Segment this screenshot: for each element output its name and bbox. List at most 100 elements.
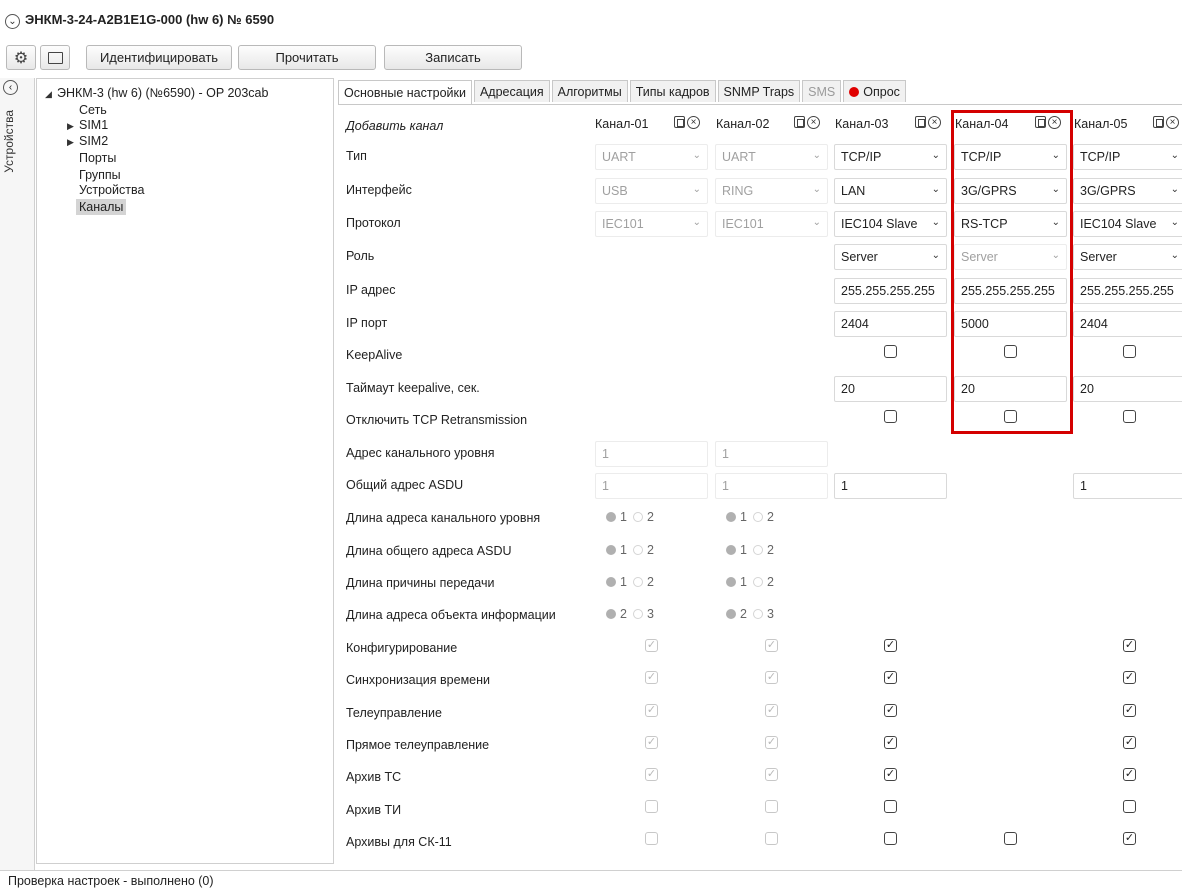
- ch03-protocol-select[interactable]: IEC104 Slave ⌄: [834, 211, 947, 237]
- ch01-asdu-input[interactable]: 1: [595, 473, 708, 499]
- add-channel-link[interactable]: Добавить канал: [346, 119, 443, 133]
- close-icon[interactable]: ×: [928, 116, 941, 129]
- ch02-timesync-checkbox[interactable]: ✓: [765, 671, 778, 684]
- ch01-ioa-len-radio[interactable]: 23: [600, 607, 654, 621]
- tree-root[interactable]: ◢ ЭНКМ-3 (hw 6) (№6590) - OP 203cab: [45, 86, 268, 100]
- read-button[interactable]: Прочитать: [238, 45, 376, 70]
- collapsed-arrow-icon[interactable]: ▶: [67, 121, 79, 132]
- ch03-interface-select[interactable]: LAN ⌄: [834, 178, 947, 204]
- ch01-interface-select[interactable]: USB ⌄: [595, 178, 708, 204]
- ch02-asdu-len-radio[interactable]: 12: [720, 543, 774, 557]
- ch05-interface-select[interactable]: 3G/GPRS ⌄: [1073, 178, 1182, 204]
- tab-frame-types[interactable]: Типы кадров: [629, 80, 716, 102]
- ch01-cause-len-radio[interactable]: 12: [600, 575, 654, 589]
- ch02-ioa-len-radio[interactable]: 23: [720, 607, 774, 621]
- ch05-timesync-checkbox[interactable]: ✓: [1123, 671, 1136, 684]
- tree-item-network[interactable]: Сеть: [79, 103, 107, 117]
- ch01-config-checkbox[interactable]: ✓: [645, 639, 658, 652]
- ch01-ts-archive-checkbox[interactable]: ✓: [645, 768, 658, 781]
- ch05-asdu-input[interactable]: 1: [1073, 473, 1182, 499]
- ch05-telecontrol-checkbox[interactable]: ✓: [1123, 704, 1136, 717]
- ch02-cause-len-radio[interactable]: 12: [720, 575, 774, 589]
- tree-item-sim2[interactable]: ▶ SIM2: [67, 134, 108, 148]
- ch01-link-address-input[interactable]: 1: [595, 441, 708, 467]
- collapsed-arrow-icon[interactable]: ▶: [67, 137, 79, 148]
- settings-button[interactable]: ⚙: [6, 45, 36, 70]
- ch03-role-select[interactable]: Server ⌄: [834, 244, 947, 270]
- ch02-protocol-select[interactable]: IEC101 ⌄: [715, 211, 828, 237]
- identify-button[interactable]: Идентифицировать: [86, 45, 232, 70]
- ch02-ts-archive-checkbox[interactable]: ✓: [765, 768, 778, 781]
- ch03-ti-archive-checkbox[interactable]: [884, 800, 897, 813]
- ch04-ck11-archive-checkbox[interactable]: [1004, 832, 1017, 845]
- tree-item-devices[interactable]: Устройства: [79, 183, 144, 197]
- ch03-direct-telecontrol-checkbox[interactable]: ✓: [884, 736, 897, 749]
- ch05-ti-archive-checkbox[interactable]: [1123, 800, 1136, 813]
- tab-sms[interactable]: SMS: [802, 80, 842, 102]
- close-icon[interactable]: ×: [1166, 116, 1179, 129]
- ch01-telecontrol-checkbox[interactable]: ✓: [645, 704, 658, 717]
- ch05-ip-input[interactable]: 255.255.255.255: [1073, 278, 1182, 304]
- write-button[interactable]: Записать: [384, 45, 522, 70]
- ch02-link-len-radio[interactable]: 12: [720, 510, 774, 524]
- copy-icon[interactable]: [794, 116, 805, 128]
- ch03-config-checkbox[interactable]: ✓: [884, 639, 897, 652]
- ch01-protocol-select[interactable]: IEC101 ⌄: [595, 211, 708, 237]
- ch03-timesync-checkbox[interactable]: ✓: [884, 671, 897, 684]
- ch03-ip-input[interactable]: 255.255.255.255: [834, 278, 947, 304]
- ch02-interface-select[interactable]: RING ⌄: [715, 178, 828, 204]
- close-icon[interactable]: ×: [807, 116, 820, 129]
- ch02-ck11-archive-checkbox[interactable]: [765, 832, 778, 845]
- ch05-config-checkbox[interactable]: ✓: [1123, 639, 1136, 652]
- ch05-type-select[interactable]: TCP/IP ⌄: [1073, 144, 1182, 170]
- tree-item-ports[interactable]: Порты: [79, 151, 116, 165]
- ch02-asdu-input[interactable]: 1: [715, 473, 828, 499]
- ch02-config-checkbox[interactable]: ✓: [765, 639, 778, 652]
- ch05-ts-archive-checkbox[interactable]: ✓: [1123, 768, 1136, 781]
- ch05-direct-telecontrol-checkbox[interactable]: ✓: [1123, 736, 1136, 749]
- ch05-keepalive-checkbox[interactable]: [1123, 345, 1136, 358]
- ch01-link-len-radio[interactable]: 12: [600, 510, 654, 524]
- ch03-telecontrol-checkbox[interactable]: ✓: [884, 704, 897, 717]
- close-icon[interactable]: ×: [687, 116, 700, 129]
- ch02-type-select[interactable]: UART ⌄: [715, 144, 828, 170]
- ch01-direct-telecontrol-checkbox[interactable]: ✓: [645, 736, 658, 749]
- ch03-port-input[interactable]: 2404: [834, 311, 947, 337]
- ch05-timeout-input[interactable]: 20: [1073, 376, 1182, 402]
- tree-item-groups[interactable]: Группы: [79, 168, 121, 182]
- ch03-keepalive-checkbox[interactable]: [884, 345, 897, 358]
- ch02-direct-telecontrol-checkbox[interactable]: ✓: [765, 736, 778, 749]
- monitor-button[interactable]: [40, 45, 70, 70]
- ch05-tcp-retrans-checkbox[interactable]: [1123, 410, 1136, 423]
- ch01-asdu-len-radio[interactable]: 12: [600, 543, 654, 557]
- ch03-ck11-archive-checkbox[interactable]: [884, 832, 897, 845]
- ch05-ck11-archive-checkbox[interactable]: ✓: [1123, 832, 1136, 845]
- ch02-telecontrol-checkbox[interactable]: ✓: [765, 704, 778, 717]
- ch01-timesync-checkbox[interactable]: ✓: [645, 671, 658, 684]
- ch01-type-select[interactable]: UART ⌄: [595, 144, 708, 170]
- tab-polling[interactable]: Опрос: [843, 80, 906, 102]
- ch02-link-address-input[interactable]: 1: [715, 441, 828, 467]
- expanded-arrow-icon[interactable]: ◢: [45, 89, 57, 100]
- chevron-left-icon[interactable]: ‹: [3, 80, 18, 95]
- copy-icon[interactable]: [915, 116, 926, 128]
- copy-icon[interactable]: [674, 116, 685, 128]
- ch03-tcp-retrans-checkbox[interactable]: [884, 410, 897, 423]
- copy-icon[interactable]: [1153, 116, 1164, 128]
- side-tab-devices[interactable]: Устройства: [2, 110, 16, 173]
- ch01-ck11-archive-checkbox[interactable]: [645, 832, 658, 845]
- tab-snmp-traps[interactable]: SNMP Traps: [717, 80, 801, 102]
- ch01-ti-archive-checkbox[interactable]: [645, 800, 658, 813]
- tab-basic-settings[interactable]: Основные настройки: [338, 80, 472, 104]
- tab-addressing[interactable]: Адресация: [473, 80, 550, 102]
- tree-item-channels[interactable]: Каналы: [76, 199, 127, 215]
- ch03-timeout-input[interactable]: 20: [834, 376, 947, 402]
- ch05-role-select[interactable]: Server ⌄: [1073, 244, 1182, 270]
- tree-item-sim1[interactable]: ▶ SIM1: [67, 118, 108, 132]
- ch02-ti-archive-checkbox[interactable]: [765, 800, 778, 813]
- chevron-down-icon[interactable]: ⌄: [5, 14, 20, 29]
- tab-algorithms[interactable]: Алгоритмы: [551, 80, 628, 102]
- ch03-asdu-input[interactable]: 1: [834, 473, 947, 499]
- ch03-ts-archive-checkbox[interactable]: ✓: [884, 768, 897, 781]
- ch05-protocol-select[interactable]: IEC104 Slave ⌄: [1073, 211, 1182, 237]
